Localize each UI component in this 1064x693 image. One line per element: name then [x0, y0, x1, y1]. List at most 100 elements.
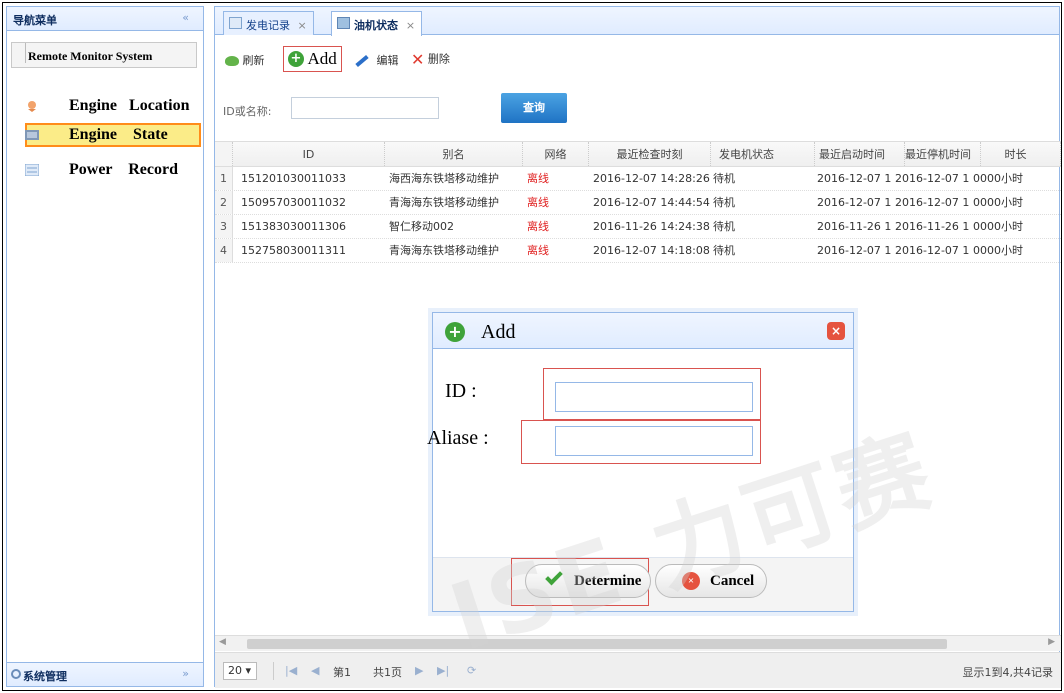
add-dialog: + Add × ID : Aliase : Determine × Cancel — [427, 312, 854, 612]
sidebar-item-label: Engine State — [69, 126, 168, 143]
sidebar-item-engine-state[interactable]: Engine State — [25, 123, 201, 147]
engine-icon — [337, 17, 350, 29]
cell-last-start: 2016-12-07 1 — [817, 196, 892, 209]
tab-engine-state[interactable]: 油机状态 × — [331, 11, 423, 36]
cell-last-check: 2016-12-07 14:44:54 — [593, 196, 710, 209]
last-page-icon[interactable]: ▶| — [437, 664, 449, 677]
prev-page-icon[interactable]: ◀ — [311, 664, 319, 677]
table-row[interactable]: 4 152758030011311 青海海东铁塔移动维护 离线 2016-12-… — [215, 239, 1061, 263]
cell-id: 152758030011311 — [241, 244, 346, 257]
cell-alias: 智仁移动002 — [389, 220, 454, 233]
cell-generator-state: 待机 — [713, 220, 735, 233]
cell-last-stop: 2016-12-07 1 — [895, 244, 970, 257]
reload-icon[interactable]: ⟳ — [467, 664, 476, 677]
row-number: 1 — [215, 167, 233, 190]
delete-button[interactable]: ✕ 删除 — [411, 50, 450, 74]
determine-button[interactable]: Determine — [525, 564, 651, 598]
table-row[interactable]: 2 150957030011032 青海海东铁塔移动维护 离线 2016-12-… — [215, 191, 1061, 215]
row-number: 3 — [215, 215, 233, 238]
pager-separator — [273, 662, 274, 680]
column-header-last-stop[interactable]: 最近停机时间 — [903, 142, 981, 166]
table-header: ID 别名 网络 最近检查时刻 发电机状态 最近启动时间 最近停机时间 时长 — [215, 141, 1061, 167]
add-label: Add — [307, 49, 337, 68]
dialog-header: + Add × — [433, 313, 853, 349]
alias-label: Aliase : — [427, 427, 489, 449]
alias-field[interactable] — [555, 426, 753, 456]
sidebar-footer-label: 系统管理 — [23, 670, 67, 683]
cell-last-stop: 2016-12-07 1 — [895, 196, 970, 209]
edit-button[interactable]: 编辑 — [355, 52, 399, 76]
column-header-id[interactable]: ID — [233, 142, 385, 166]
pager-info: 显示1到4,共4记录 — [962, 666, 1054, 679]
toolbar: 刷新 + Add 编辑 ✕ 删除 — [215, 46, 1059, 74]
cell-last-check: 2016-12-07 14:28:26 — [593, 172, 710, 185]
add-button[interactable]: + Add — [283, 46, 342, 72]
page-number[interactable]: 第1 — [333, 664, 351, 680]
scroll-left-icon[interactable]: ◀ — [219, 637, 226, 647]
system-label: Remote Monitor System — [28, 49, 153, 63]
cell-id: 151383030011306 — [241, 220, 346, 233]
cell-alias: 青海海东铁塔移动维护 — [389, 196, 499, 209]
tab-power-record[interactable]: 发电记录 × — [223, 11, 314, 35]
cell-alias: 青海海东铁塔移动维护 — [389, 244, 499, 257]
page-size-select[interactable]: 20 ▾ — [223, 662, 257, 680]
cancel-label: Cancel — [710, 573, 755, 589]
sidebar-item-engine-location[interactable]: Engine Location — [25, 95, 235, 119]
chevron-down-icon[interactable]: » — [182, 667, 189, 680]
cell-last-start: 2016-12-07 1 — [817, 244, 892, 257]
query-button[interactable]: 查询 — [501, 93, 567, 123]
next-page-icon[interactable]: ▶ — [415, 664, 423, 677]
refresh-button[interactable]: 刷新 — [225, 52, 265, 76]
gear-icon — [11, 669, 21, 679]
scroll-right-icon[interactable]: ▶ — [1048, 637, 1055, 647]
dialog-body: ID : Aliase : — [427, 350, 853, 557]
folder-tab-icon — [12, 43, 26, 63]
tab-close-icon[interactable]: × — [406, 19, 415, 32]
delete-label: 删除 — [427, 52, 450, 66]
total-pages: 共1页 — [373, 666, 402, 679]
cell-network: 离线 — [527, 172, 549, 185]
cell-last-start: 2016-11-26 1 — [817, 220, 892, 233]
cell-generator-state: 待机 — [713, 244, 735, 257]
record-icon — [25, 164, 39, 176]
horizontal-scrollbar[interactable]: ◀ ▶ — [215, 635, 1061, 651]
dialog-title: Add — [481, 321, 516, 343]
sidebar-title: 导航菜单 — [13, 14, 57, 27]
id-field[interactable] — [555, 382, 753, 412]
cell-network: 离线 — [527, 220, 549, 233]
search-row: ID或名称: 查询 — [215, 93, 1059, 123]
cell-last-stop: 2016-12-07 1 — [895, 172, 970, 185]
table-row[interactable]: 1 151201030011033 海西海东铁塔移动维护 离线 2016-12-… — [215, 167, 1061, 191]
row-number: 4 — [215, 239, 233, 262]
first-page-icon[interactable]: |◀ — [285, 664, 297, 677]
column-header-network[interactable]: 网络 — [523, 142, 589, 166]
scrollbar-thumb[interactable] — [247, 639, 947, 649]
cell-alias: 海西海东铁塔移动维护 — [389, 172, 499, 185]
pencil-icon — [355, 54, 369, 68]
dialog-footer: Determine × Cancel — [433, 557, 853, 611]
column-header-generator-state[interactable]: 发电机状态 — [711, 142, 815, 166]
column-header-duration[interactable]: 时长 — [971, 142, 1061, 166]
column-header-last-check[interactable]: 最近检查时刻 — [589, 142, 711, 166]
system-selector[interactable]: Remote Monitor System — [11, 42, 197, 68]
search-input[interactable] — [291, 97, 439, 119]
column-header-last-start[interactable]: 最近启动时间 — [815, 142, 905, 166]
collapse-icon[interactable]: « — [182, 11, 189, 24]
refresh-icon — [225, 56, 239, 66]
refresh-label: 刷新 — [242, 54, 265, 67]
column-header-alias[interactable]: 别名 — [385, 142, 523, 166]
tab-close-icon[interactable]: × — [298, 19, 307, 32]
cancel-button[interactable]: × Cancel — [655, 564, 767, 598]
delete-icon: ✕ — [411, 50, 425, 69]
sidebar-footer-system-management[interactable]: 系统管理 » — [7, 662, 203, 686]
sidebar-item-power-record[interactable]: Power Record — [25, 159, 205, 183]
checkmark-icon — [545, 567, 563, 586]
plus-icon: + — [288, 51, 304, 67]
table-row[interactable]: 3 151383030011306 智仁移动002 离线 2016-11-26 … — [215, 215, 1061, 239]
determine-label: Determine — [574, 573, 642, 589]
cell-duration: 0000小时 — [973, 244, 1023, 257]
document-icon — [229, 17, 242, 29]
sidebar-item-label: Engine Location — [69, 97, 190, 114]
close-icon[interactable]: × — [827, 322, 845, 340]
cell-generator-state: 待机 — [713, 172, 735, 185]
